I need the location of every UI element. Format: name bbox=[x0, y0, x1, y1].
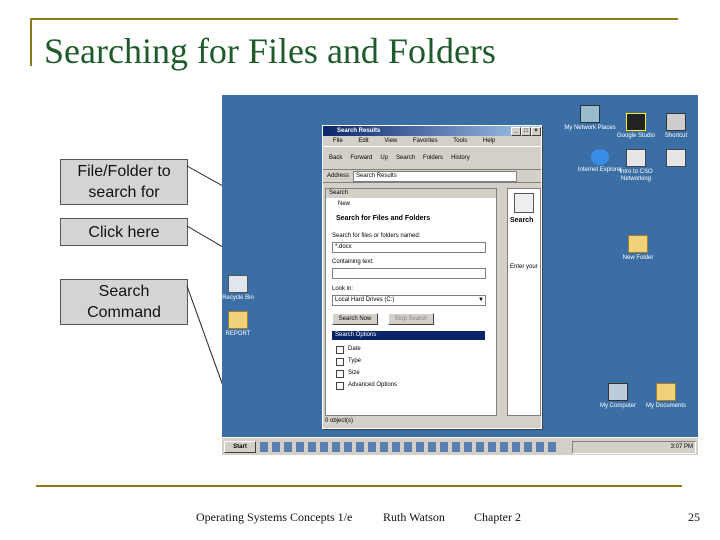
desktop-icon-shortcut-label: Shortcut bbox=[664, 133, 688, 139]
option-type[interactable]: Type bbox=[336, 357, 361, 366]
desktop-icon-new-folder[interactable]: New Folder bbox=[608, 235, 668, 262]
address-label: Address bbox=[327, 173, 350, 179]
desktop-icon-shortcut[interactable]: Shortcut bbox=[646, 113, 698, 140]
lookin-label: Look in: bbox=[332, 286, 354, 292]
menu-bar: File Edit View Favorites Tools Help bbox=[323, 136, 541, 146]
page-number: 25 bbox=[688, 510, 700, 524]
studio-icon bbox=[626, 113, 646, 131]
desktop-icon-my-documents-label: My Documents bbox=[645, 403, 686, 409]
option-date[interactable]: Date bbox=[336, 345, 361, 354]
containing-input[interactable] bbox=[332, 268, 486, 279]
checkbox[interactable] bbox=[336, 369, 344, 378]
document-icon bbox=[626, 149, 646, 167]
close-button[interactable]: × bbox=[531, 127, 541, 136]
checkbox[interactable] bbox=[336, 357, 344, 366]
checkbox[interactable] bbox=[336, 381, 344, 390]
option-size-label: Size bbox=[348, 370, 360, 376]
menu-edit[interactable]: Edit bbox=[358, 138, 368, 144]
clock: 3:07 PM bbox=[670, 444, 693, 450]
folder-icon bbox=[628, 235, 648, 253]
system-tray: 3:07 PM bbox=[572, 441, 696, 454]
menu-favorites[interactable]: Favorites bbox=[413, 138, 438, 144]
address-bar: Address Search Results bbox=[323, 170, 541, 183]
option-date-label: Date bbox=[348, 346, 361, 352]
option-size[interactable]: Size bbox=[336, 369, 360, 378]
toolbar: Back Forward Up Search Folders History bbox=[323, 146, 541, 170]
search-results-window: Search Results _ □ × File Edit View Favo… bbox=[322, 125, 542, 429]
stop-search-button[interactable]: Stop Search bbox=[388, 313, 434, 325]
desktop-icon-intro-networking-label: Intro to CSO Networking bbox=[619, 169, 653, 182]
menu-help[interactable]: Help bbox=[483, 138, 495, 144]
search-heading: Search for Files and Folders bbox=[336, 215, 431, 222]
window-titlebar[interactable]: Search Results _ □ × bbox=[323, 126, 541, 136]
start-label: Start bbox=[233, 444, 247, 450]
search-pane: Search New Search for Files and Folders … bbox=[325, 188, 497, 416]
named-input[interactable]: *.docx bbox=[332, 242, 486, 253]
results-pane-label: Search bbox=[510, 217, 534, 224]
option-advanced-label: Advanced Options bbox=[348, 382, 398, 388]
desktop-icon-my-documents[interactable]: My Documents bbox=[636, 383, 696, 410]
minimize-button[interactable]: _ bbox=[511, 127, 521, 136]
folder-icon bbox=[228, 311, 248, 329]
results-pane: Search Enter your bbox=[507, 188, 541, 416]
desktop-icon-new-folder-label: New Folder bbox=[622, 255, 654, 261]
shortcut-icon bbox=[666, 113, 686, 131]
lookin-value: Local Hard Drives (C:) bbox=[335, 297, 395, 303]
history-button[interactable]: History bbox=[451, 155, 470, 161]
desktop-icon-recycle-bin-label: Recycle Bin bbox=[222, 295, 254, 301]
results-pane-enter-label: Enter your bbox=[510, 264, 538, 270]
new-search-button[interactable]: New bbox=[338, 201, 350, 207]
containing-label: Containing text: bbox=[332, 259, 374, 265]
named-label: Search for files or folders named: bbox=[332, 233, 421, 239]
window-title: Search Results bbox=[337, 128, 381, 134]
menu-tools[interactable]: Tools bbox=[453, 138, 467, 144]
search-options-header[interactable]: Search Options bbox=[332, 331, 485, 340]
search-button[interactable]: Search bbox=[396, 155, 415, 161]
desktop-icon-report[interactable]: REPORT bbox=[222, 311, 268, 338]
maximize-button[interactable]: □ bbox=[521, 127, 531, 136]
folders-button[interactable]: Folders bbox=[423, 155, 443, 161]
chevron-down-icon[interactable]: ▼ bbox=[478, 296, 484, 305]
desktop-screenshot: My Network Places Google Studio Shortcut… bbox=[222, 95, 698, 455]
search-now-button[interactable]: Search Now bbox=[332, 313, 378, 325]
recycle-bin-icon bbox=[228, 275, 248, 293]
quick-launch-icons bbox=[260, 442, 560, 452]
desktop-icon-my-computer-label: My Computer bbox=[599, 403, 636, 409]
network-icon bbox=[580, 105, 600, 123]
desktop-icon-shortcut-2[interactable] bbox=[646, 149, 698, 169]
status-bar: 0 object(s) bbox=[325, 418, 354, 424]
menu-view[interactable]: View bbox=[384, 138, 397, 144]
footer-author: Ruth Watson bbox=[383, 510, 445, 524]
desktop-icon-report-label: REPORT bbox=[225, 331, 251, 337]
back-button[interactable]: Back bbox=[329, 155, 342, 161]
document-icon bbox=[666, 149, 686, 167]
footer-chapter: Chapter 2 bbox=[474, 510, 521, 524]
lookin-select[interactable]: Local Hard Drives (C:) ▼ bbox=[332, 295, 486, 306]
option-advanced[interactable]: Advanced Options bbox=[336, 381, 397, 390]
up-button[interactable]: Up bbox=[380, 155, 388, 161]
option-type-label: Type bbox=[348, 358, 362, 364]
checkbox[interactable] bbox=[336, 345, 344, 354]
menu-file[interactable]: File bbox=[333, 138, 343, 144]
start-button[interactable]: Start bbox=[224, 441, 256, 453]
search-pane-header: Search bbox=[326, 189, 496, 198]
forward-button[interactable]: Forward bbox=[350, 155, 372, 161]
computer-icon bbox=[608, 383, 628, 401]
desktop-icon-recycle-bin[interactable]: Recycle Bin bbox=[222, 275, 268, 302]
footer-course: Operating Systems Concepts 1/e bbox=[196, 510, 353, 524]
taskbar: Start 3:07 PM bbox=[222, 437, 698, 455]
folder-icon bbox=[656, 383, 676, 401]
search-icon bbox=[514, 193, 534, 213]
address-input[interactable]: Search Results bbox=[353, 170, 518, 182]
